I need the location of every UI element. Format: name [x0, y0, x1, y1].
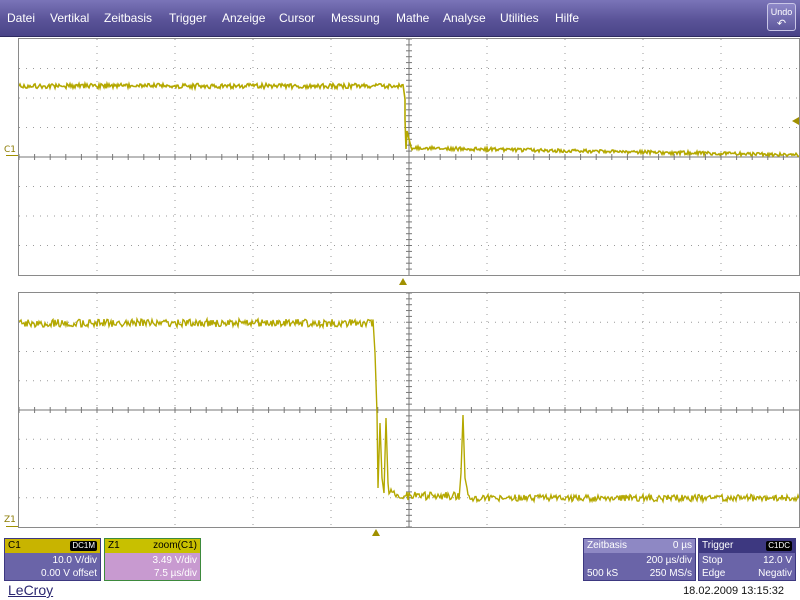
timebase-rate: 250 MS/s [650, 567, 692, 580]
z1-descriptor-panel[interactable]: Z1 zoom(C1) 3.49 V/div 7.5 µs/div [104, 538, 201, 581]
trigger-mode: Stop [702, 555, 723, 566]
trigger-level: 12.0 V [763, 554, 792, 567]
trigger-type-row: Edge Negativ [699, 567, 795, 580]
zoom-position-marker[interactable] [372, 529, 380, 536]
trigger-slope: Negativ [758, 567, 792, 580]
c1-scale: 10.0 V/div [5, 554, 100, 567]
channel-c1-label: C1 [4, 145, 16, 155]
timebase-per-div: 200 µs/div [584, 554, 695, 567]
menu-utilities[interactable]: Utilities [500, 0, 539, 36]
menu-cursor[interactable]: Cursor [279, 0, 315, 36]
timebase-sample-row: 500 kS 250 MS/s [584, 567, 695, 580]
menu-datei[interactable]: Datei [7, 0, 35, 36]
z1-name: Z1 [108, 540, 120, 551]
channel-c1-offset-marker[interactable] [6, 155, 18, 156]
timebase-samples: 500 kS [587, 568, 618, 579]
menu-zeitbasis[interactable]: Zeitbasis [104, 0, 152, 36]
menu-messung[interactable]: Messung [331, 0, 380, 36]
channel-c1-grid[interactable] [18, 38, 800, 276]
undo-label: Undo [771, 7, 793, 17]
zoom-z1-offset-marker[interactable] [6, 526, 18, 527]
timebase-delay: 0 µs [673, 539, 692, 553]
c1-panel-header: C1 DC1M [5, 539, 100, 553]
c1-coupling-badge: DC1M [70, 541, 97, 551]
menu-mathe[interactable]: Mathe [396, 0, 429, 36]
c1-descriptor-panel[interactable]: C1 DC1M 10.0 V/div 0.00 V offset [4, 538, 101, 581]
lecroy-logo: LeCroy [8, 582, 53, 598]
trigger-level-marker[interactable] [792, 117, 799, 125]
timebase-title: Zeitbasis [587, 540, 627, 551]
zoom-z1-grid[interactable] [18, 292, 800, 528]
menu-trigger[interactable]: Trigger [169, 0, 207, 36]
trigger-source-badge: C1DC [766, 541, 792, 551]
z1-source: zoom(C1) [153, 539, 197, 553]
menu-bar: Datei Vertikal Zeitbasis Trigger Anzeige… [0, 0, 800, 37]
undo-arrow-icon: ↶ [768, 18, 795, 30]
menu-hilfe[interactable]: Hilfe [555, 0, 579, 36]
trigger-position-marker[interactable] [399, 278, 407, 285]
z1-scale: 3.49 V/div [105, 554, 200, 567]
z1-panel-header: Z1 zoom(C1) [105, 539, 200, 553]
timebase-panel-header: Zeitbasis 0 µs [584, 539, 695, 553]
menu-vertikal[interactable]: Vertikal [50, 0, 89, 36]
c1-name: C1 [8, 540, 21, 551]
trigger-panel-header: Trigger C1DC [699, 539, 795, 553]
timestamp: 18.02.2009 13:15:32 [683, 585, 784, 597]
zoom-z1-label: Z1 [4, 515, 16, 525]
menu-analyse[interactable]: Analyse [443, 0, 486, 36]
undo-button[interactable]: Undo ↶ [767, 3, 796, 31]
z1-timebase: 7.5 µs/div [105, 567, 200, 580]
trigger-title: Trigger [702, 540, 733, 551]
channel-c1-trace-area [19, 39, 799, 275]
zoom-z1-trace-area [19, 293, 799, 527]
menu-anzeige[interactable]: Anzeige [222, 0, 265, 36]
trigger-mode-row: Stop 12.0 V [699, 554, 795, 567]
trigger-type: Edge [702, 568, 725, 579]
timebase-panel[interactable]: Zeitbasis 0 µs 200 µs/div 500 kS 250 MS/… [583, 538, 696, 581]
c1-offset: 0.00 V offset [5, 567, 100, 580]
trigger-panel[interactable]: Trigger C1DC Stop 12.0 V Edge Negativ [698, 538, 796, 581]
